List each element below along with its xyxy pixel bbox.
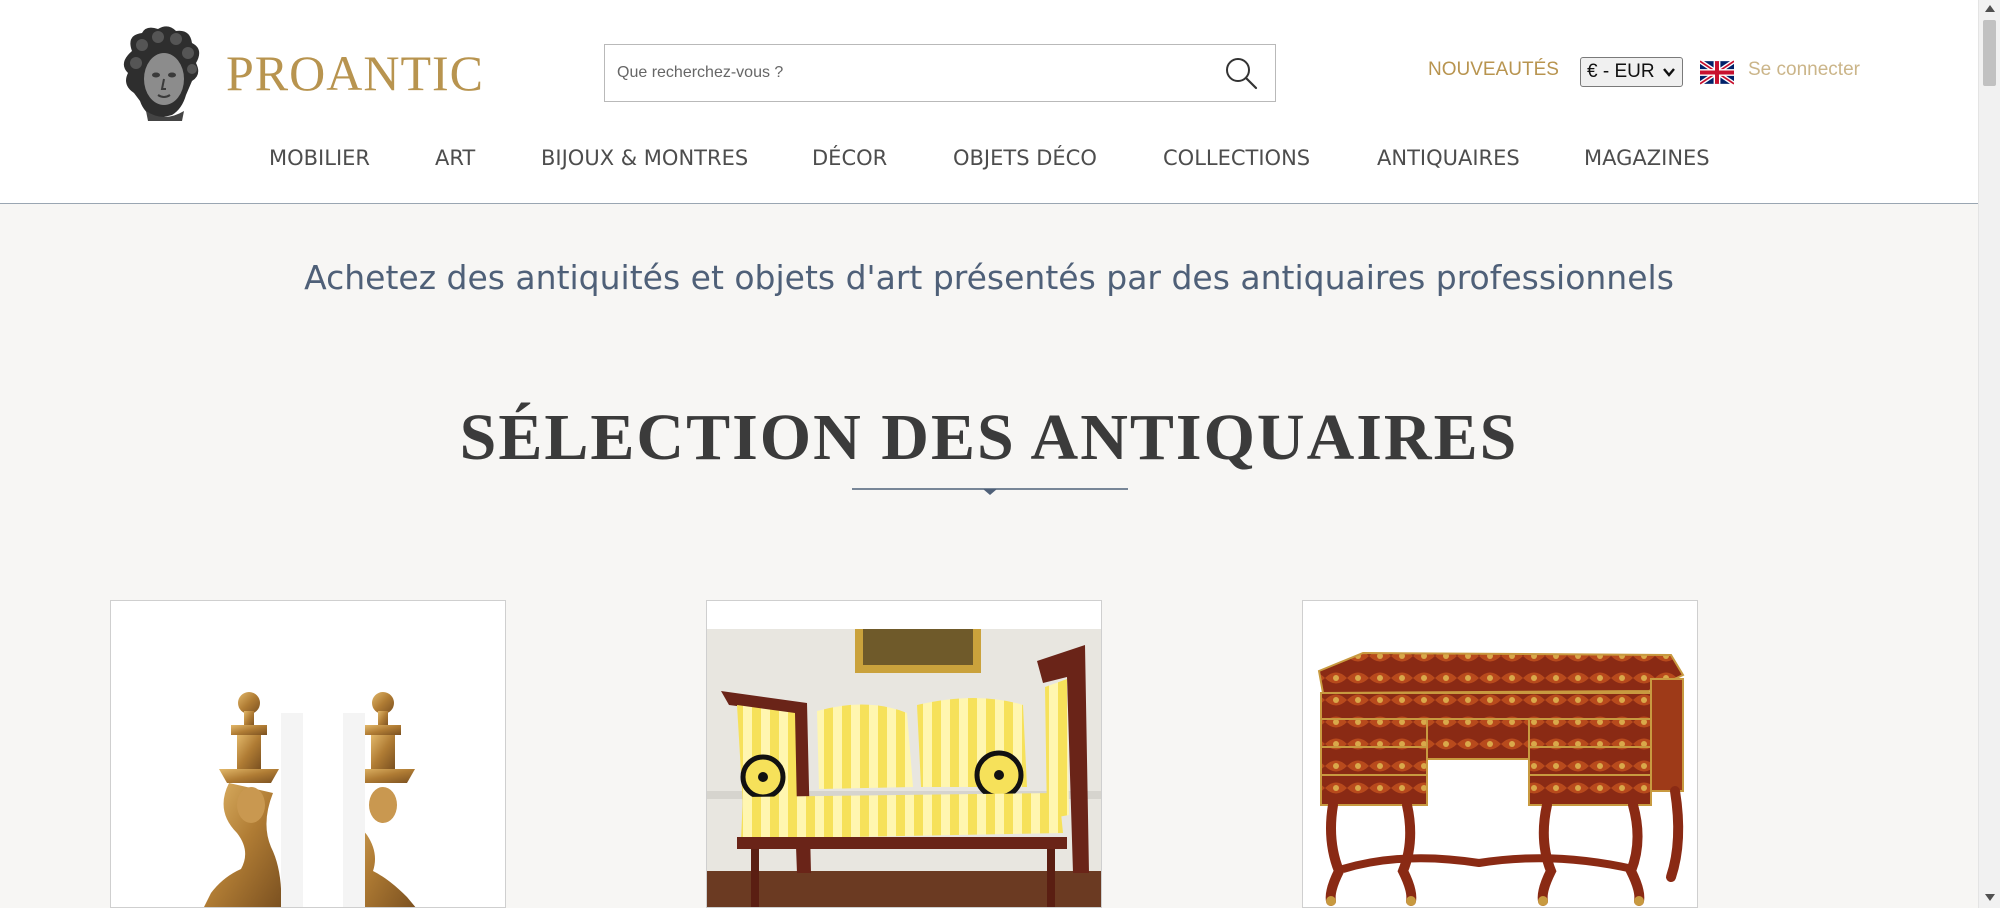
scrollbar-thumb[interactable] xyxy=(1983,20,1996,86)
nav-item-objets-deco[interactable]: OBJETS DÉCO xyxy=(953,146,1097,170)
search-input[interactable] xyxy=(605,45,1205,101)
nouveautes-link[interactable]: NOUVEAUTÉS xyxy=(1428,59,1559,81)
bust-logo-icon xyxy=(123,26,200,121)
nav-item-art[interactable]: ART xyxy=(435,146,475,170)
chevron-down-icon xyxy=(1663,68,1675,77)
nav-item-mobilier[interactable]: MOBILIER xyxy=(269,146,370,170)
nav-item-bijoux-montres[interactable]: BIJOUX & MONTRES xyxy=(541,146,748,170)
product-card[interactable] xyxy=(1302,600,1698,908)
brand-name: PROANTIC xyxy=(226,45,485,101)
nav-item-antiquaires[interactable]: ANTIQUAIRES xyxy=(1377,146,1520,170)
product-card[interactable] xyxy=(706,600,1102,908)
product-card[interactable] xyxy=(110,600,506,908)
search-icon[interactable] xyxy=(1223,55,1259,91)
site-logo[interactable]: PROANTIC xyxy=(112,20,484,126)
uk-flag-icon[interactable] xyxy=(1700,60,1734,85)
nav-item-magazines[interactable]: MAGAZINES xyxy=(1584,146,1710,170)
section-title: SÉLECTION DES ANTIQUAIRES xyxy=(459,401,1519,474)
boulle-mazarin-desk-image xyxy=(1303,601,1697,907)
page-scrollbar[interactable] xyxy=(1978,0,2000,908)
scroll-up-arrow-icon[interactable] xyxy=(1985,4,1995,12)
page-tagline: Achetez des antiquités et objets d'art p… xyxy=(304,258,1674,297)
site-header: PROANTIC NOUVEAUTÉS € - EUR Se connecter… xyxy=(0,0,1978,204)
main-nav: MOBILIER ART BIJOUX & MONTRES DÉCOR OBJE… xyxy=(0,146,1978,182)
title-divider xyxy=(852,488,1128,495)
search-box xyxy=(604,44,1276,102)
nav-item-collections[interactable]: COLLECTIONS xyxy=(1163,146,1310,170)
yellow-striped-sofa-image xyxy=(707,601,1101,907)
login-link[interactable]: Se connecter xyxy=(1748,59,1860,81)
nav-item-decor[interactable]: DÉCOR xyxy=(812,146,887,170)
scroll-down-arrow-icon[interactable] xyxy=(1985,894,1995,902)
currency-selected-value: € - EUR xyxy=(1587,61,1655,82)
currency-select[interactable]: € - EUR xyxy=(1580,57,1683,87)
gilt-andirons-image xyxy=(111,601,505,907)
